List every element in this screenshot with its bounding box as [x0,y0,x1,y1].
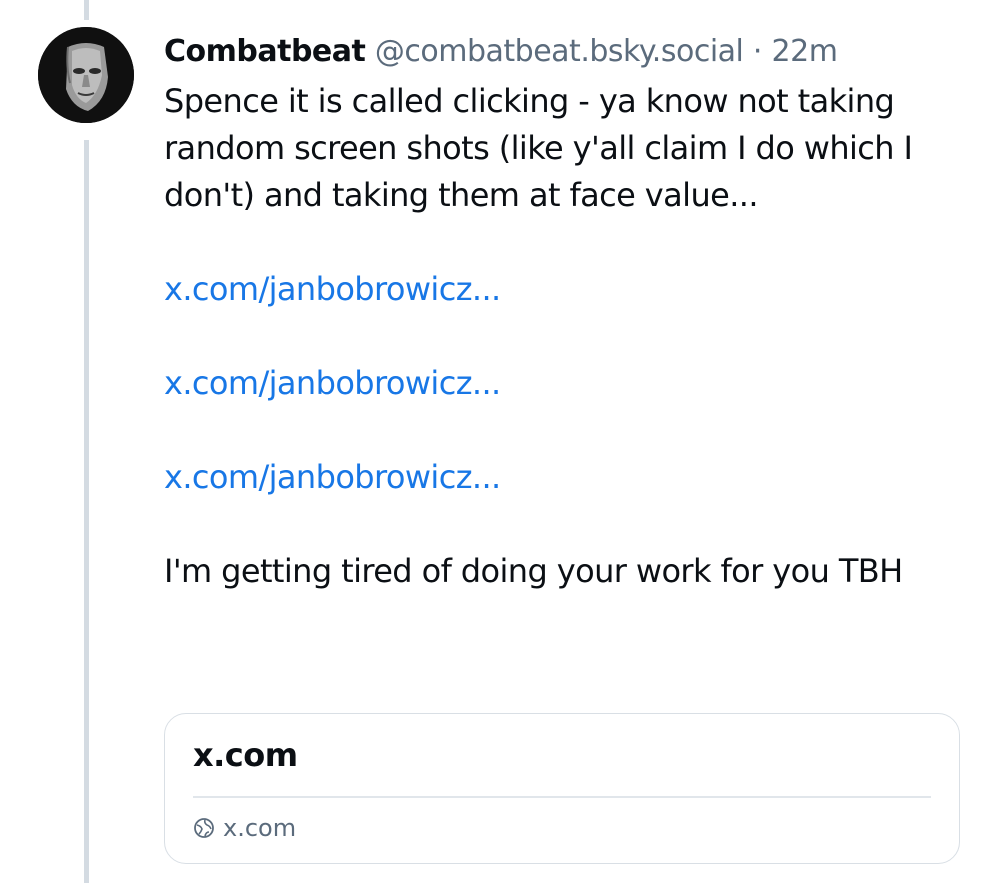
embed-domain-row: x.com [193,814,296,842]
avatar[interactable] [38,27,134,123]
post-text-paragraph-1: Spence it is called clicking - ya know n… [164,82,913,214]
embed-divider [193,796,931,798]
post-link-3[interactable]: x.com/janbobrowicz... [164,454,924,501]
post-time[interactable]: 22m [772,34,838,69]
globe-icon [193,817,215,839]
post: Combatbeat @combatbeat.bsky.social · 22m… [164,30,964,595]
embed-domain-text: x.com [223,814,297,842]
thread-line [84,140,89,883]
link-embed-card[interactable]: x.com x.com [164,713,960,864]
post-text-paragraph-2: I'm getting tired of doing your work for… [164,552,903,590]
author-name[interactable]: Combatbeat [164,34,366,69]
post-link-1[interactable]: x.com/janbobrowicz... [164,266,924,313]
mask-face-image [38,27,134,123]
author-handle[interactable]: @combatbeat.bsky.social [375,34,744,69]
embed-title: x.com [193,736,298,774]
post-link-2[interactable]: x.com/janbobrowicz... [164,360,924,407]
post-header: Combatbeat @combatbeat.bsky.social · 22m [164,30,964,74]
post-body: Spence it is called clicking - ya know n… [164,78,924,595]
header-separator: · [752,34,763,69]
thread-line-top [84,0,89,20]
